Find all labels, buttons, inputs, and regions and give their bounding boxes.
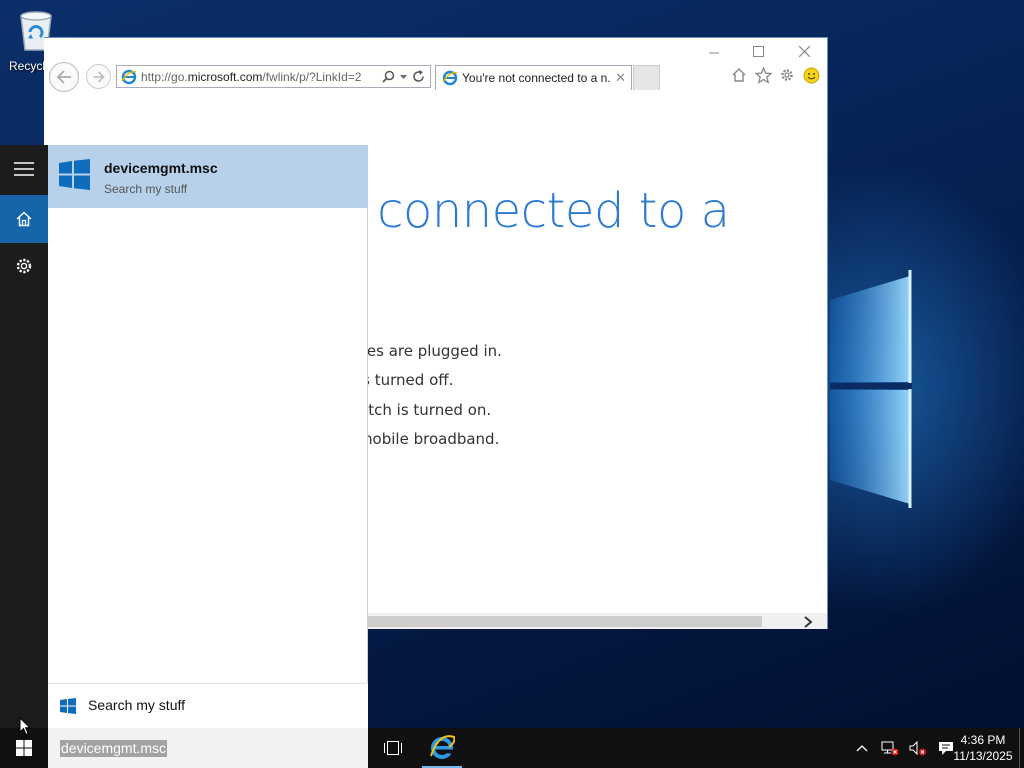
- hamburger-menu-button[interactable]: [0, 145, 48, 193]
- taskbar-search-box[interactable]: devicemgmt.msc: [48, 728, 368, 768]
- arrow-left-icon: [56, 70, 71, 84]
- taskbar: devicemgmt.msc 4:36 PM 11/13/2025: [0, 728, 1024, 768]
- result-subtitle: Search my stuff: [104, 182, 188, 196]
- search-icon[interactable]: [382, 70, 395, 83]
- scroll-right-icon[interactable]: [804, 612, 813, 632]
- windows-logo-icon: [60, 698, 76, 714]
- search-query-text[interactable]: devicemgmt.msc: [60, 739, 168, 757]
- task-view-icon: [384, 741, 402, 755]
- hamburger-icon: [14, 162, 34, 176]
- gear-icon: [16, 258, 32, 274]
- system-clock[interactable]: 4:36 PM 11/13/2025: [948, 732, 1018, 764]
- clock-time: 4:36 PM: [960, 733, 1006, 747]
- clock-date: 11/13/2025: [953, 749, 1013, 763]
- chevron-down-icon[interactable]: [399, 72, 408, 81]
- window-titlebar[interactable]: [44, 38, 827, 66]
- tab-title: You're not connected to a n...: [462, 71, 611, 85]
- address-url: http://go.microsoft.com/fwlink/p/?LinkId…: [141, 70, 377, 84]
- new-tab-button[interactable]: [633, 65, 660, 90]
- forward-button[interactable]: [86, 64, 111, 89]
- settings-rail-button[interactable]: [0, 242, 48, 290]
- url-path: /fwlink/p/?LinkId=2: [262, 69, 362, 84]
- ie-page-icon: [121, 69, 137, 84]
- home-icon: [16, 211, 32, 227]
- home-rail-button[interactable]: [0, 195, 48, 243]
- address-bar[interactable]: http://go.microsoft.com/fwlink/p/?LinkId…: [116, 65, 431, 88]
- show-desktop-button[interactable]: [1019, 728, 1024, 768]
- ie-tab-icon: [442, 70, 458, 86]
- internet-explorer-taskbar-button[interactable]: [422, 728, 462, 768]
- browser-tab[interactable]: You're not connected to a n... ✕: [435, 65, 632, 90]
- start-menu-rail: [0, 145, 48, 728]
- favorites-star-icon[interactable]: [754, 66, 772, 84]
- address-tools: [377, 70, 430, 83]
- network-icon[interactable]: [880, 738, 900, 758]
- refresh-icon[interactable]: [412, 70, 425, 83]
- search-my-stuff-label: Search my stuff: [88, 697, 186, 713]
- close-icon[interactable]: [792, 42, 816, 62]
- best-match-result[interactable]: devicemgmt.msc Search my stuff: [48, 145, 368, 208]
- url-domain: microsoft.com: [187, 69, 263, 84]
- system-tray: [852, 728, 956, 768]
- minimize-icon[interactable]: [702, 42, 726, 62]
- internet-explorer-icon: [430, 735, 455, 759]
- maximize-icon[interactable]: [746, 42, 770, 62]
- result-title: devicemgmt.msc: [104, 160, 218, 176]
- feedback-smiley-icon[interactable]: [802, 66, 820, 84]
- windows-start-icon: [16, 740, 32, 756]
- arrow-right-icon: [93, 70, 105, 83]
- task-view-button[interactable]: [376, 728, 410, 768]
- windows-logo-icon: [59, 159, 90, 190]
- volume-muted-icon[interactable]: [908, 738, 928, 758]
- home-icon[interactable]: [730, 66, 748, 84]
- search-my-stuff-button[interactable]: Search my stuff: [48, 683, 368, 728]
- settings-gear-icon[interactable]: [778, 66, 796, 84]
- back-button[interactable]: [49, 62, 79, 92]
- browser-toolbar-right: [730, 66, 820, 84]
- chevron-up-icon[interactable]: [852, 738, 872, 758]
- mouse-cursor-icon: [19, 717, 31, 736]
- url-prefix: http://go.: [141, 69, 188, 84]
- search-results-panel: devicemgmt.msc Search my stuff Search my…: [48, 145, 368, 728]
- page-heading: t connected to a: [344, 183, 730, 239]
- tab-close-icon[interactable]: ✕: [610, 70, 631, 86]
